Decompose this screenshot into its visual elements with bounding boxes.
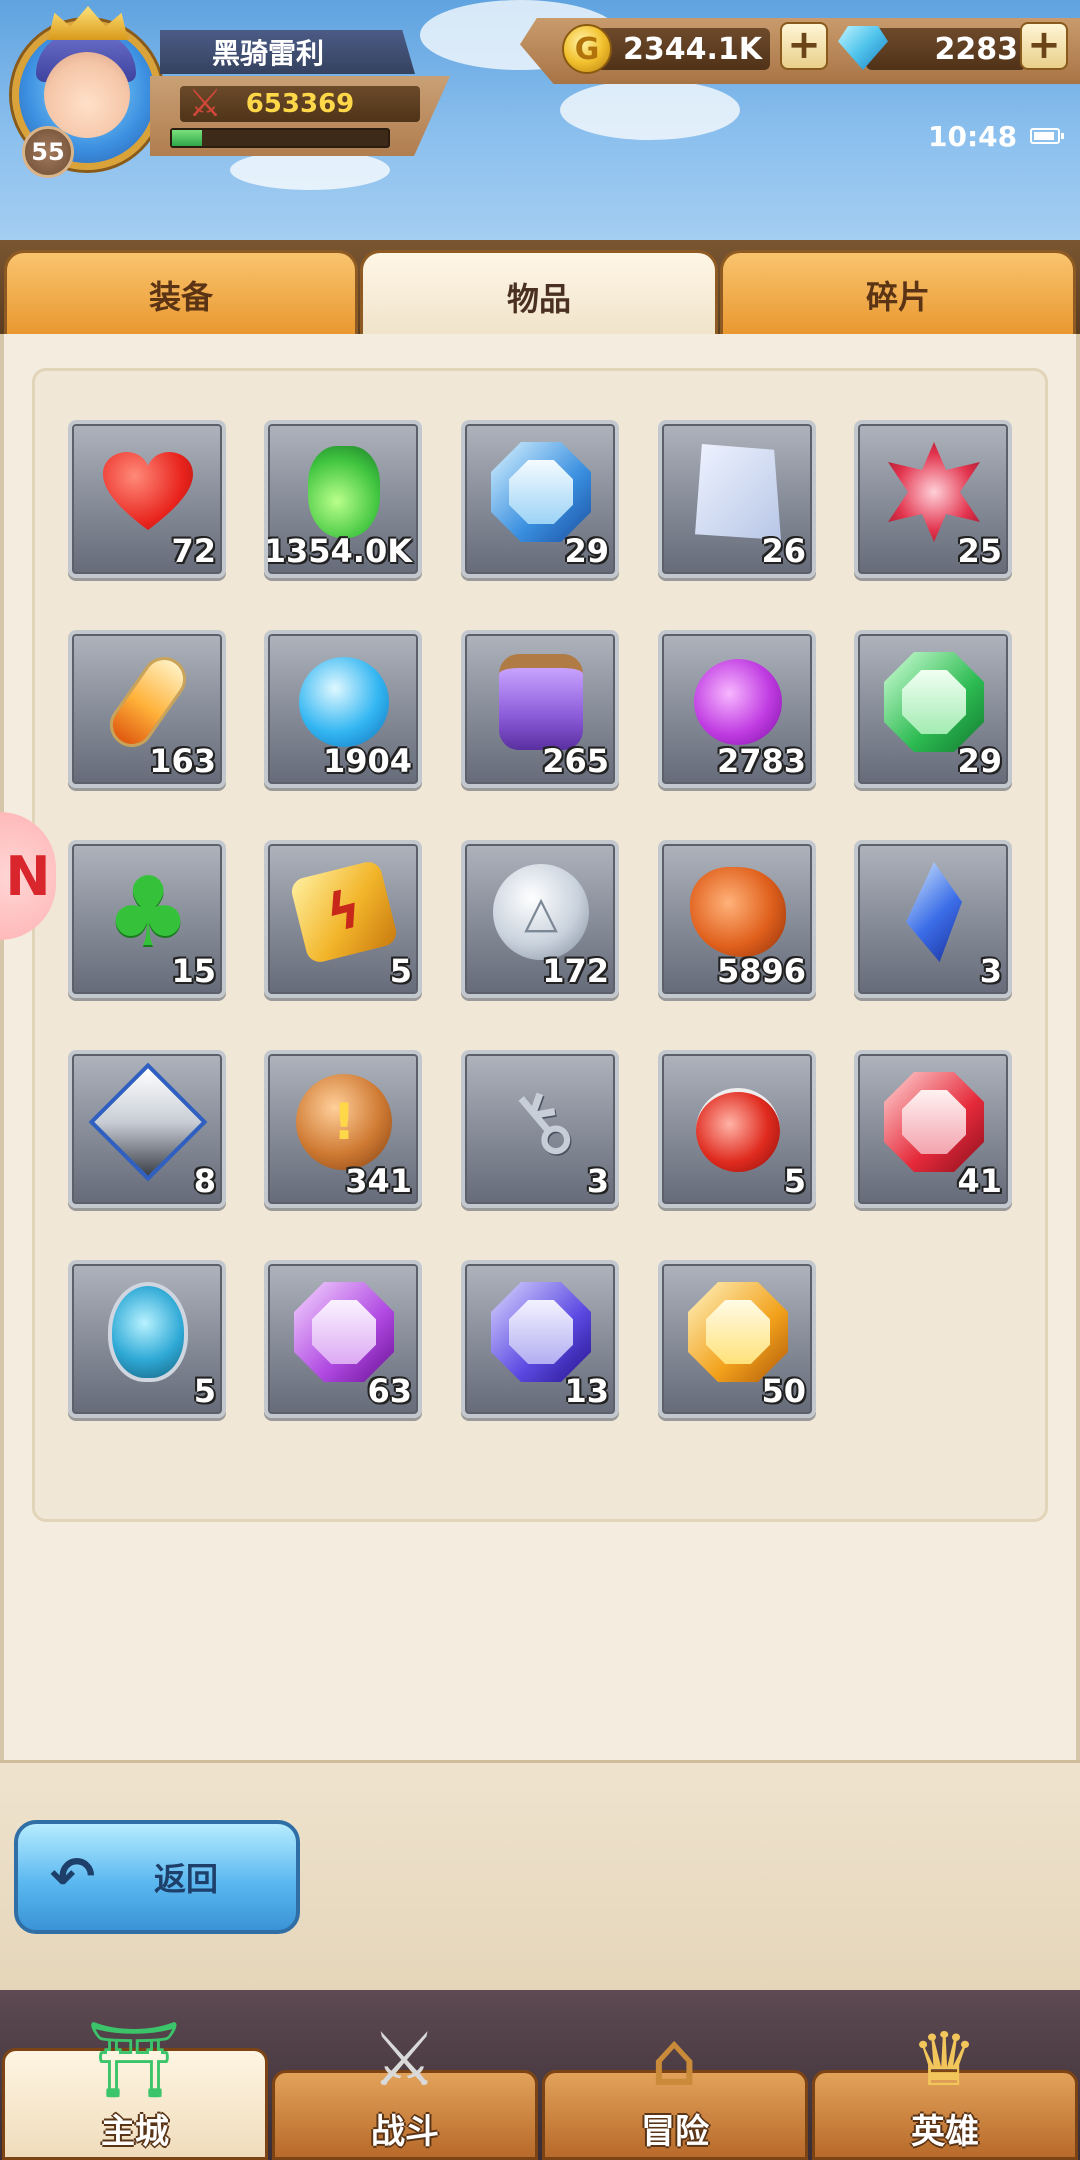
heart-icon: [96, 440, 200, 544]
inventory-slot[interactable]: 5: [68, 1260, 226, 1418]
item-count: 13: [564, 1372, 609, 1410]
battery-icon: [1030, 128, 1064, 144]
crown-icon: [48, 6, 128, 40]
inventory-slot[interactable]: 29: [461, 420, 619, 578]
cloud-decoration: [230, 150, 390, 190]
crossed-swords-icon: ⚔: [187, 81, 223, 125]
item-count: 3: [586, 1162, 609, 1200]
avatar-face: [44, 52, 130, 138]
inventory-slot[interactable]: 72: [68, 420, 226, 578]
item-count: 15: [171, 952, 216, 990]
inventory-slot[interactable]: 5: [658, 1050, 816, 1208]
orange-ore-icon: [686, 860, 790, 964]
indigo-boots-gem-icon: [489, 1280, 593, 1384]
red-star-gem-icon: [882, 440, 986, 544]
inventory-slot[interactable]: ! 341: [264, 1050, 422, 1208]
inventory-slot[interactable]: 265: [461, 630, 619, 788]
item-count: 3: [979, 952, 1002, 990]
blue-egg-icon: [96, 1280, 200, 1384]
inventory-slot[interactable]: 5896: [658, 840, 816, 998]
inventory-slot[interactable]: 1354.0K: [264, 420, 422, 578]
inventory-slot[interactable]: ϟ 5: [264, 840, 422, 998]
silver-coin-icon: △: [489, 860, 593, 964]
purple-helmet-gem-icon: [292, 1280, 396, 1384]
inventory-slot[interactable]: 13: [461, 1260, 619, 1418]
red-sword-gem-icon: [882, 1070, 986, 1174]
green-glove-gem-icon: [882, 650, 986, 754]
inventory-slot[interactable]: 63: [264, 1260, 422, 1418]
item-count: 5: [389, 952, 412, 990]
item-count: 41: [957, 1162, 1002, 1200]
item-count: 5: [783, 1162, 806, 1200]
inventory-slot[interactable]: 2783: [658, 630, 816, 788]
item-count: 50: [761, 1372, 806, 1410]
scroll-icon: [686, 440, 790, 544]
item-count: 72: [171, 532, 216, 570]
exp-bar: [170, 128, 390, 148]
item-count: 25: [957, 532, 1002, 570]
item-count: 1904: [322, 742, 412, 780]
inventory-slot[interactable]: 1904: [264, 630, 422, 788]
inventory-slot[interactable]: △ 172: [461, 840, 619, 998]
player-name: 黑骑雷利: [160, 30, 415, 74]
inventory-slot[interactable]: 8: [68, 1050, 226, 1208]
item-count: 172: [542, 952, 609, 990]
add-gems-button[interactable]: +: [1020, 22, 1068, 70]
gold-coin-icon: G: [562, 24, 612, 74]
inventory-slot[interactable]: 41: [854, 1050, 1012, 1208]
inventory-slot[interactable]: 50: [658, 1260, 816, 1418]
inventory-slot[interactable]: 163: [68, 630, 226, 788]
inventory-slot[interactable]: 29: [854, 630, 1012, 788]
item-count: 8: [193, 1162, 216, 1200]
gold-armor-gem-icon: [686, 1280, 790, 1384]
gem-amount: 2283: [866, 28, 1026, 70]
item-count: 5896: [716, 952, 806, 990]
inventory-slot[interactable]: 26: [658, 420, 816, 578]
inventory-slot[interactable]: 25: [854, 420, 1012, 578]
item-count: 2783: [716, 742, 806, 780]
item-count: 265: [542, 742, 609, 780]
orange-vial-icon: [96, 648, 200, 756]
hero-crest-icon: ♛: [910, 2017, 978, 2103]
blue-crystal-icon: [882, 860, 986, 964]
item-count: 341: [345, 1162, 412, 1200]
item-count: 163: [149, 742, 216, 780]
item-count: 63: [367, 1372, 412, 1410]
item-count: 29: [957, 742, 1002, 780]
inventory-slot[interactable]: ♣ 15: [68, 840, 226, 998]
clover-icon: ♣: [104, 856, 192, 968]
cube-icon: [88, 1062, 208, 1182]
crossed-swords-icon: ⚔: [370, 2017, 438, 2103]
add-gold-button[interactable]: +: [780, 22, 828, 70]
lightning-stone-icon: ϟ: [288, 859, 400, 965]
item-count: 1354.0K: [264, 532, 412, 570]
item-count: 29: [564, 532, 609, 570]
tab-fragments[interactable]: 碎片: [720, 250, 1076, 336]
map-icon: ⌂: [650, 2017, 698, 2103]
key-icon: ⚷: [485, 1064, 597, 1180]
bronze-coin-icon: !: [292, 1070, 396, 1174]
return-arrow-icon: ↶: [50, 1845, 96, 1908]
red-potion-icon: [686, 1070, 790, 1174]
green-potion-icon: [292, 440, 396, 544]
player-level-badge: 55: [22, 126, 74, 178]
item-count: 5: [193, 1372, 216, 1410]
cloud-decoration: [560, 80, 740, 140]
blue-orb-icon: [292, 650, 396, 754]
tab-equipment[interactable]: 装备: [4, 250, 358, 336]
inventory-slot[interactable]: ⚷ 3: [461, 1050, 619, 1208]
purple-jar-icon: [489, 650, 593, 754]
item-count: 26: [761, 532, 806, 570]
purple-flask-icon: [686, 650, 790, 754]
blue-shield-gem-icon: [489, 440, 593, 544]
castle-icon: ⛩: [87, 2016, 181, 2103]
status-clock: 10:48: [928, 120, 1018, 153]
inventory-slot[interactable]: 3: [854, 840, 1012, 998]
tab-items[interactable]: 物品: [360, 250, 718, 340]
exp-bar-fill: [172, 130, 203, 146]
